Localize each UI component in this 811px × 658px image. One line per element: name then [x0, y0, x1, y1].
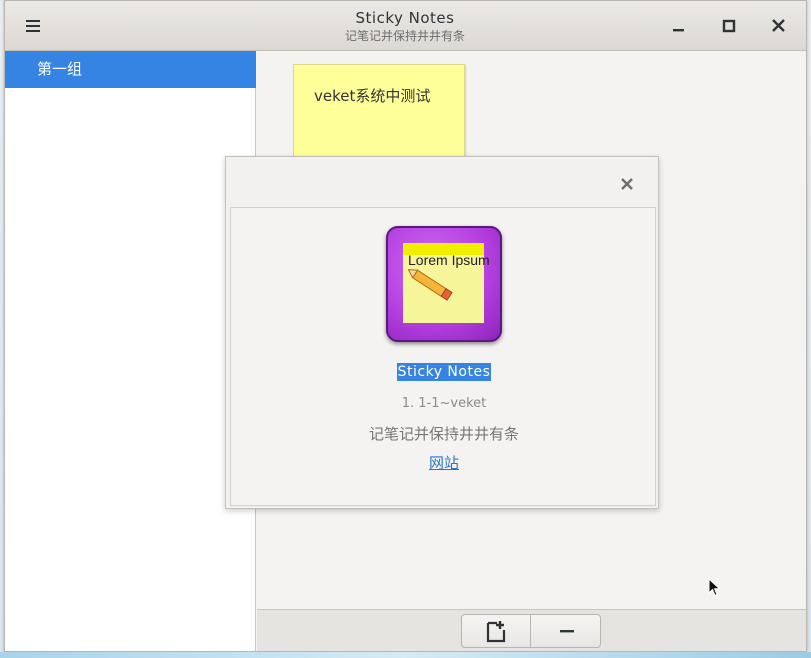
- desktop-background: [0, 652, 811, 658]
- close-icon: [621, 178, 633, 190]
- sidebar: 第一组: [5, 51, 256, 651]
- app-logo-text: Lorem Ipsum: [408, 252, 490, 268]
- website-link-wrapper: 网站: [231, 452, 657, 473]
- close-window-button[interactable]: [766, 13, 792, 39]
- title-bar: Sticky Notes 记笔记并保持井井有条: [5, 1, 806, 51]
- website-link[interactable]: 网站: [429, 454, 459, 472]
- maximize-button[interactable]: [716, 13, 742, 39]
- minimize-button[interactable]: [666, 13, 692, 39]
- sidebar-item-group-1[interactable]: 第一组: [5, 51, 256, 88]
- app-name: Sticky Notes: [231, 361, 657, 382]
- app-logo-icon: Lorem Ipsum: [386, 226, 502, 342]
- dialog-close-button[interactable]: [618, 175, 636, 193]
- app-description: 记笔记并保持井井有条: [368, 425, 519, 443]
- maximize-icon: [722, 19, 736, 33]
- bottom-toolbar: [257, 609, 806, 651]
- about-content: Lorem Ipsum Sticky Notes 1. 1-1~veket 记笔…: [230, 207, 656, 506]
- minimize-icon: [673, 29, 684, 32]
- window-titles: Sticky Notes 记笔记并保持井井有条: [255, 9, 555, 45]
- note-actions: [461, 614, 601, 648]
- close-icon: [772, 19, 785, 32]
- hamburger-menu-icon[interactable]: [19, 15, 45, 37]
- mouse-cursor-icon: [708, 578, 721, 597]
- about-dialog: Lorem Ipsum Sticky Notes 1. 1-1~veket 记笔…: [225, 156, 659, 509]
- add-note-icon: [486, 621, 506, 643]
- remove-button[interactable]: [532, 615, 600, 647]
- minus-icon: [559, 630, 574, 633]
- add-note-button[interactable]: [462, 615, 531, 647]
- pencil-icon: [408, 269, 453, 301]
- app-name-text: Sticky Notes: [396, 363, 492, 381]
- app-version: 1. 1-1~veket: [401, 396, 487, 411]
- window-subtitle: 记笔记并保持井井有条: [344, 29, 465, 43]
- window-title: Sticky Notes: [355, 9, 455, 27]
